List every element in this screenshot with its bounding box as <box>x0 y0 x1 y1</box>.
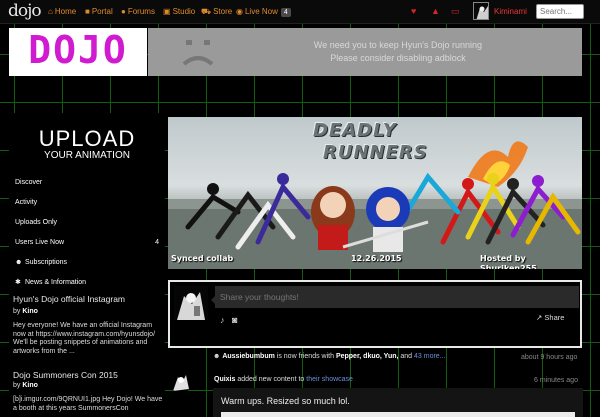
film-icon: ■ <box>85 7 90 16</box>
feed-showcase-link[interactable]: their showcase <box>306 376 353 383</box>
eye-icon: ◉ <box>236 7 243 16</box>
feed-friends-link[interactable]: Pepper, dkuo, Yun, <box>336 353 399 360</box>
users-icon: ☻ <box>15 259 23 266</box>
feed-content-card[interactable]: Warm ups. Resized so much lol. <box>213 388 583 417</box>
sidebar-item-activity[interactable]: Activity <box>15 198 159 208</box>
dojo-banner-logo[interactable]: DOJO <box>9 28 147 76</box>
feed-user-link[interactable]: Aussiebumbum <box>222 353 275 360</box>
feed-timestamp: 6 minutes ago <box>534 377 578 384</box>
cart-icon: ⛟ <box>201 7 212 16</box>
gear-icon: ✱ <box>15 279 21 286</box>
composer-avatar[interactable] <box>174 286 208 320</box>
sidebar-item-subscriptions[interactable]: ☻ Subscriptions <box>15 258 159 268</box>
feed-timestamp: about 9 hours ago <box>521 354 578 361</box>
nav-studio[interactable]: ▣ Studio <box>163 7 195 17</box>
share-button[interactable]: ↗ Share <box>536 313 564 323</box>
username-link[interactable]: Kiminami <box>494 7 527 17</box>
featured-animation-thumbnail[interactable]: DEADLY RUNNERS Synced collab 12.26.2015 … <box>168 117 582 269</box>
inbox-icon[interactable]: ▭ <box>451 6 460 16</box>
feed-item-showcase: Quixis added new content to their showca… <box>214 376 353 383</box>
news-post-body: Hey everyone! We have an official Instag… <box>13 322 156 355</box>
banner-message-line1: We need you to keep Hyun's Dojo running <box>313 40 483 50</box>
featured-host-label: Hosted by Shuriken255 <box>480 254 537 269</box>
user-icon: ☻ <box>213 353 221 360</box>
feed-more-link[interactable]: 43 more... <box>414 353 446 360</box>
live-count-badge: 4 <box>280 8 291 17</box>
featured-title-line1: DEADLY <box>313 120 397 141</box>
sidebar-item-discover[interactable]: Discover <box>15 178 159 188</box>
sad-face-icon <box>182 40 214 66</box>
news-post-author: by Kino <box>13 382 38 389</box>
featured-collab-label: Synced collab <box>171 254 234 263</box>
top-navigation-bar: dojo ⌂ Home ■ Portal ● Forums ▣ Studio ⛟ Stor… <box>0 0 600 24</box>
news-post-author: by Kino <box>13 308 38 315</box>
upload-title[interactable]: UPLOAD <box>9 127 165 151</box>
home-icon: ⌂ <box>48 7 53 16</box>
image-icon: ▣ <box>163 7 171 16</box>
comments-icon: ● <box>121 7 126 16</box>
feed-user-avatar[interactable] <box>170 371 192 393</box>
adblock-banner: We need you to keep Hyun's Dojo running … <box>148 28 582 76</box>
status-composer: ♪ ◙ ↗ Share <box>168 280 582 348</box>
dojo-logo[interactable]: dojo <box>8 2 42 20</box>
news-post-title[interactable]: Dojo Summoners Con 2015 <box>13 370 163 381</box>
share-thoughts-input[interactable] <box>215 286 579 308</box>
nav-home[interactable]: ⌂ Home <box>48 7 76 17</box>
news-post-title[interactable]: Hyun's Dojo official Instagram <box>13 294 163 305</box>
left-sidebar: UPLOAD YOUR ANIMATION Discover Activity … <box>9 113 165 417</box>
feed-user-link[interactable]: Quixis <box>214 376 235 383</box>
nav-forums[interactable]: ● Forums <box>121 7 155 17</box>
nav-store[interactable]: ⛟ Store <box>201 7 232 17</box>
user-avatar[interactable] <box>473 2 489 20</box>
feed-card-preview[interactable] <box>221 412 575 417</box>
featured-title-line2: RUNNERS <box>323 142 428 163</box>
heart-icon[interactable]: ♥ <box>411 6 416 16</box>
sidebar-item-uploads-only[interactable]: Uploads Only <box>15 218 159 228</box>
sidebar-item-news[interactable]: ✱ News & Information <box>15 278 159 288</box>
bell-icon[interactable]: ▲ <box>431 6 440 16</box>
search-input[interactable] <box>536 4 584 19</box>
share-icon: ↗ <box>536 313 543 322</box>
sidebar-item-users-live-now[interactable]: Users Live Now 4 <box>15 238 159 248</box>
upload-subtitle[interactable]: YOUR ANIMATION <box>9 150 165 162</box>
nav-portal[interactable]: ■ Portal <box>85 7 113 17</box>
nav-live-now[interactable]: ◉ Live Now 4 <box>236 7 291 17</box>
featured-date-label: 12.26.2015 <box>351 254 402 263</box>
microphone-icon[interactable]: ♪ <box>220 315 225 325</box>
news-post-body: [b]i.imgur.com/9QRNUI1.jpg Hey Dojo! We … <box>13 396 163 412</box>
camera-icon[interactable]: ◙ <box>232 315 237 325</box>
feed-card-caption: Warm ups. Resized so much lol. <box>221 396 350 406</box>
live-users-count: 4 <box>155 239 159 246</box>
banner-message-line2: Please consider disabling adblock <box>330 53 466 63</box>
